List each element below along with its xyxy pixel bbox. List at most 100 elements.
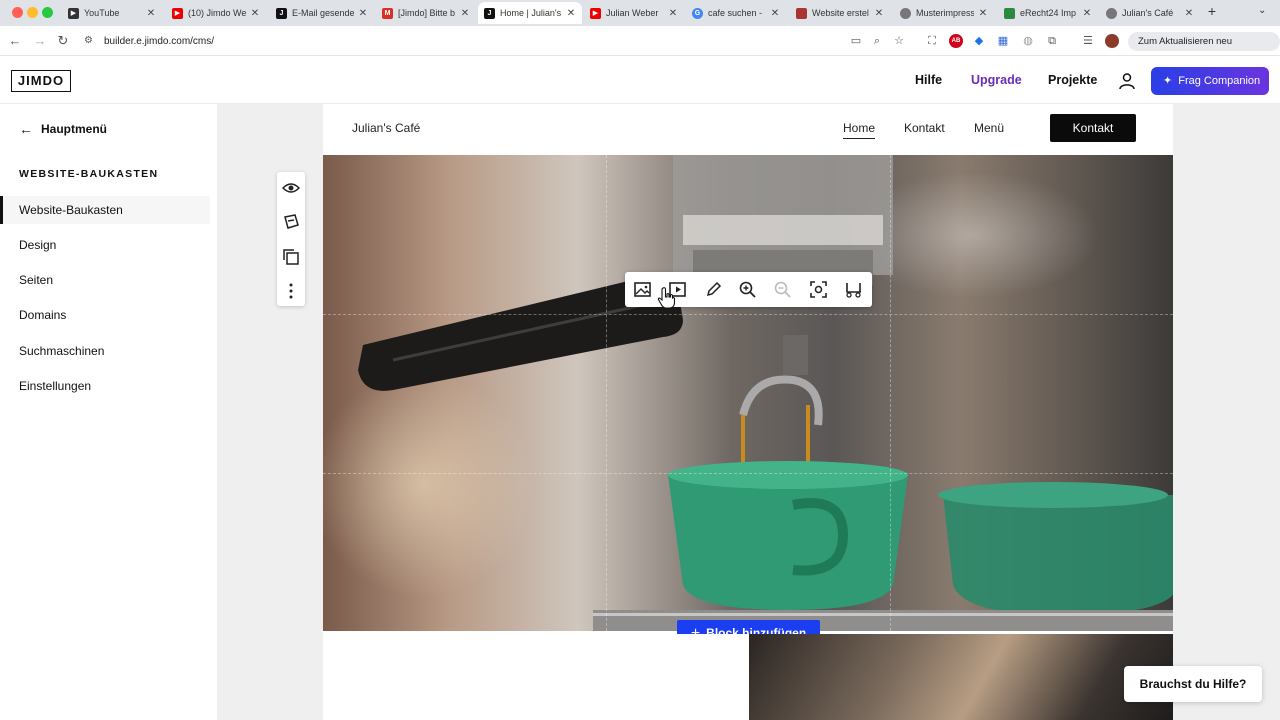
site-nav-menu[interactable]: Menü <box>974 121 1004 135</box>
user-icon[interactable] <box>1118 72 1136 90</box>
address-bar[interactable]: ⚙ builder.e.jimdo.com/cms/ <box>84 31 920 51</box>
pencil-icon[interactable] <box>704 280 723 299</box>
site-brand[interactable]: Julian's Café <box>352 121 420 135</box>
new-tab-button[interactable]: + <box>1204 3 1220 19</box>
hand-cursor-icon <box>657 287 676 309</box>
browser-tab[interactable]: ▶ Julian Weber ✕ <box>584 2 684 24</box>
close-icon[interactable]: ✕ <box>770 8 780 19</box>
browser-tab-bar: ▶ YouTube ✕ ▶ (10) Jimdo Wel ✕ J E-Mail … <box>0 0 1280 26</box>
profile-avatar[interactable] <box>1105 34 1119 48</box>
tab-label: Julian Weber <box>606 8 659 18</box>
sidebar-section-title: WEBSITE-BAUKASTEN <box>19 168 159 180</box>
ask-companion-button[interactable]: ✦ Frag Companion <box>1151 67 1269 95</box>
sidebar-item-pages[interactable]: Seiten <box>0 266 210 294</box>
help-chat-button[interactable]: Brauchst du Hilfe? <box>1124 666 1262 702</box>
sidebar-item-domains[interactable]: Domains <box>0 301 210 329</box>
crop-icon[interactable] <box>844 280 863 299</box>
tab-label: cafe suchen - <box>708 8 763 18</box>
sidebar-item-website-builder[interactable]: Website-Baukasten <box>0 196 210 224</box>
browser-tab[interactable]: ▶ YouTube ✕ <box>62 2 162 24</box>
extension-diamond-icon[interactable]: ◆ <box>972 34 986 48</box>
jimdo-logo[interactable]: JIMDO <box>11 70 71 92</box>
browser-tab[interactable]: M [Jimdo] Bitte b ✕ <box>376 2 476 24</box>
window-close-button[interactable] <box>12 7 23 18</box>
install-app-icon[interactable]: ▭ <box>849 34 863 48</box>
close-icon[interactable]: ✕ <box>250 8 260 19</box>
site-header: Julian's Café Home Kontakt Menü Kontakt <box>323 104 1173 154</box>
site-nav-contact[interactable]: Kontakt <box>904 121 945 135</box>
zoom-icon[interactable]: ⌕ <box>870 34 884 48</box>
extensions-puzzle-icon[interactable]: ⧉ <box>1045 34 1059 48</box>
eye-icon[interactable] <box>282 179 300 197</box>
browser-tab[interactable]: J E-Mail gesende ✕ <box>270 2 374 24</box>
browser-tab-active[interactable]: J Home | Julian's ✕ <box>478 2 582 24</box>
extension-grid-icon[interactable]: ▦ <box>996 34 1010 48</box>
close-icon[interactable]: ✕ <box>1184 8 1194 19</box>
browser-tab[interactable]: G cafe suchen - ✕ <box>686 2 786 24</box>
browser-tab[interactable]: ▶ (10) Jimdo Wel ✕ <box>166 2 266 24</box>
close-icon[interactable]: ✕ <box>1082 8 1092 19</box>
sidebar-item-design[interactable]: Design <box>0 231 210 259</box>
reading-list-icon[interactable]: ☰ <box>1081 34 1095 48</box>
youtube-icon: ▶ <box>68 7 79 19</box>
browser-tab[interactable]: Musterimpress ✕ <box>894 2 994 24</box>
tab-label: YouTube <box>84 8 120 18</box>
zoom-out-icon[interactable] <box>773 280 792 299</box>
browser-toolbar: ← → ↻ ⚙ builder.e.jimdo.com/cms/ ▭ ⌕ ☆ ⛶… <box>0 26 1280 66</box>
site-icon <box>796 7 807 19</box>
jimdo-header: JIMDO Hilfe Upgrade Projekte ✦ Frag Compa… <box>0 56 1280 104</box>
close-icon[interactable]: ✕ <box>146 8 156 19</box>
zoom-in-icon[interactable] <box>738 280 757 299</box>
youtube-icon: ▶ <box>172 7 183 19</box>
screenshot-icon[interactable]: ⛶ <box>925 34 939 48</box>
grid-guide <box>890 155 891 631</box>
extension-globe-icon[interactable]: ◍ <box>1021 34 1035 48</box>
upgrade-link[interactable]: Upgrade <box>971 73 1022 87</box>
jimdo-icon: J <box>484 7 495 19</box>
window-minimize-button[interactable] <box>27 7 38 18</box>
close-icon[interactable]: ✕ <box>566 8 576 19</box>
chevron-down-icon[interactable]: ⌄ <box>1258 5 1266 16</box>
site-contact-button[interactable]: Kontakt <box>1050 114 1136 142</box>
close-icon[interactable]: ✕ <box>358 8 368 19</box>
update-restart-button[interactable]: Zum Aktualisieren neu starten⋮ <box>1128 32 1280 66</box>
forward-arrow-icon[interactable]: → <box>32 33 48 49</box>
reload-icon[interactable]: ↻ <box>55 33 71 49</box>
close-icon[interactable]: ✕ <box>460 8 470 19</box>
more-vertical-icon[interactable] <box>282 282 300 300</box>
projects-link[interactable]: Projekte <box>1048 73 1097 87</box>
adblock-icon[interactable]: AB <box>949 34 963 48</box>
site-settings-icon[interactable]: ⚙ <box>84 35 96 47</box>
sparkle-icon: ✦ <box>1163 75 1173 87</box>
browser-tab[interactable]: Website erstel ✕ <box>790 2 890 24</box>
duplicate-icon[interactable] <box>282 248 300 266</box>
sidebar-item-settings[interactable]: Einstellungen <box>0 372 210 400</box>
browser-tab[interactable]: Julian's Café ✕ <box>1100 2 1200 24</box>
sidebar-item-search-engines[interactable]: Suchmaschinen <box>0 337 210 365</box>
sidebar: ← Hauptmenü WEBSITE-BAUKASTEN Website-Ba… <box>0 104 217 720</box>
next-content-block[interactable] <box>323 634 1173 720</box>
content-image[interactable] <box>749 634 1173 720</box>
grid-guide <box>323 473 1173 474</box>
hero-image[interactable] <box>323 155 1173 631</box>
youtube-icon: ▶ <box>590 7 601 19</box>
back-arrow-icon[interactable]: ← <box>7 33 23 49</box>
url-text: builder.e.jimdo.com/cms/ <box>104 35 215 47</box>
browser-tab[interactable]: eRecht24 Imp ✕ <box>998 2 1098 24</box>
gmail-icon: M <box>382 7 393 19</box>
close-icon[interactable]: ✕ <box>874 8 884 19</box>
tab-label: Julian's Café <box>1122 8 1174 18</box>
image-icon[interactable] <box>633 280 652 299</box>
help-link[interactable]: Hilfe <box>915 73 942 87</box>
close-icon[interactable]: ✕ <box>978 8 988 19</box>
paint-icon[interactable] <box>282 213 300 231</box>
close-icon[interactable]: ✕ <box>668 8 678 19</box>
main-menu-back-link[interactable]: ← Hauptmenü <box>19 121 107 137</box>
window-maximize-button[interactable] <box>42 7 53 18</box>
tab-label: [Jimdo] Bitte b <box>398 8 456 18</box>
site-nav-home[interactable]: Home <box>843 121 876 139</box>
tab-label: (10) Jimdo Wel <box>188 8 246 18</box>
focus-icon[interactable] <box>809 280 828 299</box>
main-menu-label: Hauptmenü <box>41 122 107 136</box>
bookmark-star-icon[interactable]: ☆ <box>892 34 906 48</box>
